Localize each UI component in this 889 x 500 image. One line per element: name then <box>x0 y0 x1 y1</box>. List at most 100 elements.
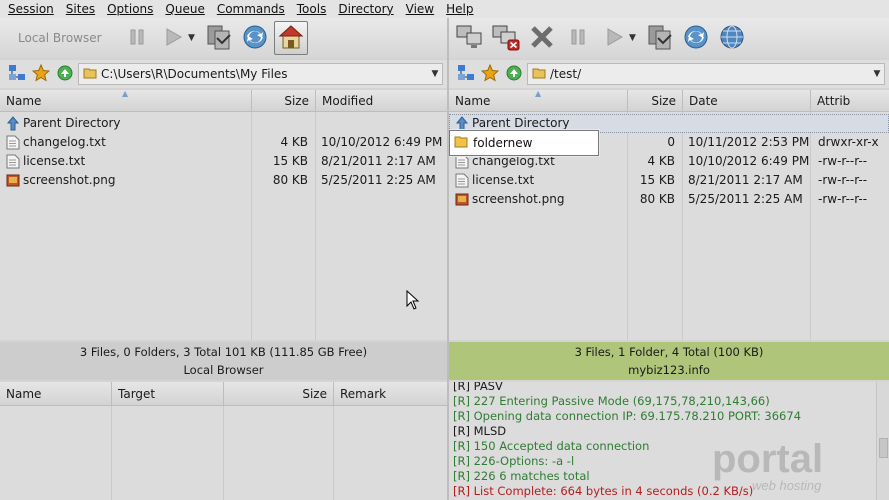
local-favorites-button[interactable] <box>30 63 52 85</box>
copy-button[interactable] <box>202 21 236 55</box>
log-line: [R] PASV <box>453 382 503 393</box>
menu-directory[interactable]: Directory <box>332 2 399 16</box>
menu-commands[interactable]: Commands <box>211 2 291 16</box>
file-date: 8/21/2011 2:17 AM <box>688 173 803 187</box>
file-name: license.txt <box>472 173 535 187</box>
table-row[interactable]: screenshot.png 80 KB 5/25/2011 2:25 AM <box>0 171 447 190</box>
file-date: 10/10/2012 6:49 PM <box>688 154 810 168</box>
local-path-bar: C:\Users\R\Documents\My Files ▼ <box>0 60 447 88</box>
column-header-size[interactable]: Size <box>628 90 683 112</box>
file-name: changelog.txt <box>23 135 106 149</box>
menu-view[interactable]: View <box>400 2 440 16</box>
scrollbar-thumb[interactable] <box>879 438 888 458</box>
rename-input[interactable]: foldernew <box>449 130 599 156</box>
text-file-icon <box>6 154 20 169</box>
menu-queue[interactable]: Queue <box>159 2 210 16</box>
log-line: [R] Opening data connection IP: 69.175.7… <box>453 409 802 423</box>
menu-sites[interactable]: Sites <box>60 2 101 16</box>
file-size: 80 KB <box>639 192 675 206</box>
remote-toolbar: ▼ <box>449 18 889 58</box>
chevron-down-icon[interactable]: ▼ <box>870 69 884 79</box>
disconnect-button[interactable] <box>489 21 523 55</box>
file-modified: 8/21/2011 2:17 AM <box>321 154 436 168</box>
green-up-arrow-icon <box>505 64 523 85</box>
table-row[interactable]: changelog.txt 4 KB 10/10/2012 6:49 PM <box>0 133 447 152</box>
panel-divider[interactable] <box>447 18 449 500</box>
file-attrib: -rw-r--r-- <box>818 192 868 206</box>
file-date: 10/11/2012 2:53 PM <box>688 135 810 149</box>
transfer-queue: Name Target Size Remark <box>0 382 447 500</box>
sitemap-icon <box>457 64 475 85</box>
mouse-cursor-icon <box>406 290 420 310</box>
table-row[interactable]: screenshot.png 80 KB 5/25/2011 2:25 AM -… <box>449 190 889 209</box>
menu-session[interactable]: Session <box>2 2 60 16</box>
text-file-icon <box>455 154 469 169</box>
local-file-list: Name ▲ Size Modified Parent Directory ch… <box>0 89 447 340</box>
remote-status-summary: 3 Files, 1 Folder, 4 Total (100 KB) <box>574 345 764 359</box>
remote-favorites-button[interactable] <box>479 63 501 85</box>
abort-button[interactable] <box>525 21 559 55</box>
remote-file-header: Name ▲ Size Date Attrib <box>449 89 889 112</box>
local-file-header: Name ▲ Size Modified <box>0 89 447 112</box>
menu-help[interactable]: Help <box>440 2 479 16</box>
remote-refresh-button[interactable] <box>679 21 713 55</box>
file-size: 15 KB <box>639 173 675 187</box>
star-icon <box>31 63 51 85</box>
queue-column-target[interactable]: Target <box>112 382 224 406</box>
home-button[interactable] <box>274 21 308 55</box>
remote-play-button[interactable] <box>597 21 631 55</box>
local-path-combo[interactable]: C:\Users\R\Documents\My Files ▼ <box>78 63 443 85</box>
menu-tools[interactable]: Tools <box>291 2 333 16</box>
remote-path-text: /test/ <box>550 67 582 81</box>
image-file-icon <box>455 192 469 207</box>
play-dropdown[interactable]: ▼ <box>188 33 198 43</box>
column-header-size[interactable]: Size <box>252 90 316 112</box>
web-button[interactable] <box>715 21 749 55</box>
remote-status-label: mybiz123.info <box>628 363 710 377</box>
menu-options[interactable]: Options <box>101 2 159 16</box>
local-browser-button[interactable]: Local Browser <box>6 23 114 53</box>
portal-logo: portal web hosting <box>712 437 823 493</box>
file-attrib: -rw-r--r-- <box>818 173 868 187</box>
remote-sitemap-button[interactable] <box>455 63 477 85</box>
table-row[interactable]: license.txt 15 KB 8/21/2011 2:17 AM <box>0 152 447 171</box>
disconnect-icon <box>491 23 521 54</box>
file-name: screenshot.png <box>23 173 116 187</box>
remote-copy-button[interactable] <box>643 21 677 55</box>
star-icon <box>480 63 500 85</box>
close-icon <box>528 23 556 54</box>
rename-value: foldernew <box>473 136 533 150</box>
remote-path-combo[interactable]: /test/ ▼ <box>527 63 885 85</box>
local-sitemap-button[interactable] <box>6 63 28 85</box>
log-scrollbar[interactable] <box>876 382 889 500</box>
refresh-button[interactable] <box>238 21 272 55</box>
file-name: screenshot.png <box>472 192 565 206</box>
remote-file-list: Name ▲ Size Date Attrib Parent Directory… <box>449 89 889 340</box>
pause-button[interactable] <box>120 21 154 55</box>
queue-column-remark[interactable]: Remark <box>334 382 447 406</box>
up-arrow-icon <box>6 116 20 131</box>
file-modified: 10/10/2012 6:49 PM <box>321 135 443 149</box>
folder-icon <box>83 66 97 83</box>
queue-column-name[interactable]: Name <box>0 382 112 406</box>
local-up-button[interactable] <box>54 63 76 85</box>
remote-up-button[interactable] <box>503 63 525 85</box>
file-attrib: -rw-r--r-- <box>818 154 868 168</box>
home-icon <box>277 23 305 54</box>
file-size: 80 KB <box>272 173 308 187</box>
remote-play-dropdown[interactable]: ▼ <box>629 33 639 43</box>
local-parent-directory-row[interactable]: Parent Directory <box>0 114 447 133</box>
remote-pause-button[interactable] <box>561 21 595 55</box>
queue-column-size[interactable]: Size <box>224 382 334 406</box>
column-header-attrib[interactable]: Attrib <box>811 90 889 112</box>
column-header-modified[interactable]: Modified <box>316 90 447 112</box>
pause-icon <box>569 28 587 49</box>
play-button[interactable] <box>156 21 190 55</box>
chevron-down-icon[interactable]: ▼ <box>428 69 442 79</box>
column-header-date[interactable]: Date <box>683 90 811 112</box>
connect-button[interactable] <box>453 21 487 55</box>
table-row[interactable]: license.txt 15 KB 8/21/2011 2:17 AM -rw-… <box>449 171 889 190</box>
local-status-bar: 3 Files, 0 Folders, 3 Total 101 KB (111.… <box>0 342 447 380</box>
copy-files-icon <box>205 23 233 54</box>
text-file-icon <box>455 173 469 188</box>
